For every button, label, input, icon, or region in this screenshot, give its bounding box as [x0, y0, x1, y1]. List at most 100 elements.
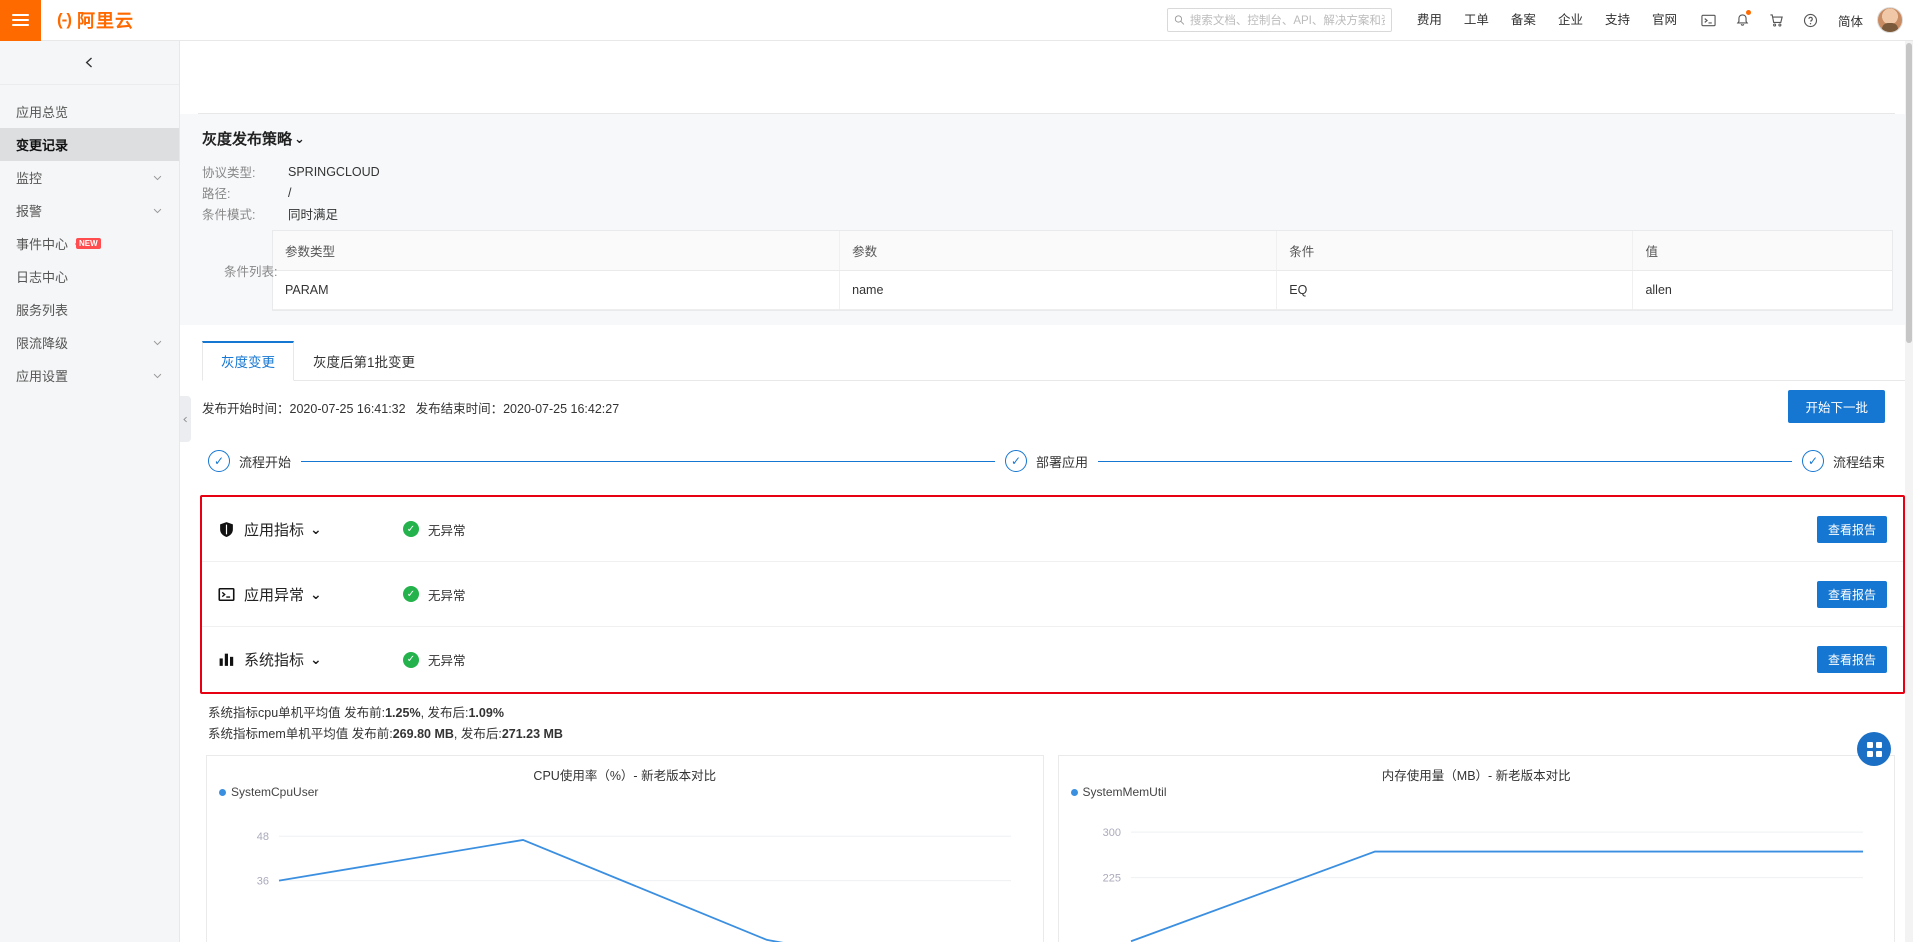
metric-label: 系统指标	[244, 652, 305, 669]
gray-strategy-title-text: 灰度发布策略	[202, 131, 293, 148]
help-icon[interactable]	[1794, 0, 1828, 41]
sidebar-collapse-button[interactable]	[0, 41, 179, 85]
page-root: (-) 阿里云 搜索文档、控制台、API、解决方案和资源 费用 工单 备案 企业…	[0, 0, 1913, 942]
metric-status-app-exceptions: ✓ 无异常	[403, 585, 466, 604]
metric-status-app-metrics: ✓ 无异常	[403, 520, 466, 539]
sidebar-item-event-center[interactable]: 事件中心 NEW	[0, 227, 179, 260]
sidebar-item-monitor[interactable]: 监控	[0, 161, 179, 194]
metric-name-app-metrics[interactable]: 应用指标 ⌄	[218, 519, 398, 540]
cell-param-type: PARAM	[273, 270, 841, 310]
top-menu-item-icp[interactable]: 备案	[1500, 0, 1547, 41]
top-menu-item-support[interactable]: 支持	[1594, 0, 1641, 41]
sidebar-item-label: 服务列表	[16, 303, 69, 318]
sidebar-item-alarm[interactable]: 报警	[0, 194, 179, 227]
step-flow-end: ✓ 流程结束	[1802, 450, 1885, 472]
release-start-value: 2020-07-25 16:41:32	[289, 402, 406, 416]
top-navigation-bar: (-) 阿里云 搜索文档、控制台、API、解决方案和资源 费用 工单 备案 企业…	[0, 0, 1913, 41]
top-menu-item-ticket[interactable]: 工单	[1453, 0, 1500, 41]
bell-icon[interactable]	[1726, 0, 1760, 41]
grid-fab-button[interactable]	[1857, 732, 1891, 766]
column-header-param-type: 参数类型	[273, 231, 841, 271]
legend-label: SystemMemUtil	[1082, 785, 1167, 799]
field-protocol: 协议类型: SPRINGCLOUD	[202, 161, 1913, 182]
sidebar-item-service-list[interactable]: 服务列表	[0, 293, 179, 326]
chevron-left-icon	[85, 57, 92, 68]
hamburger-icon	[12, 11, 29, 29]
panel-collapse-handle[interactable]	[180, 396, 191, 442]
view-report-button-app-metrics[interactable]: 查看报告	[1816, 515, 1887, 543]
top-menu-item-website[interactable]: 官网	[1641, 0, 1688, 41]
system-metric-summary: 系统指标cpu单机平均值 发布前:1.25%, 发布后:1.09% 系统指标me…	[208, 703, 1913, 745]
column-header-condition: 条件	[1276, 231, 1634, 271]
release-start-label: 发布开始时间：	[202, 402, 290, 416]
aliyun-mark-icon: (-)	[57, 10, 72, 29]
sidebar-item-label: 应用设置	[16, 369, 69, 384]
column-header-param: 参数	[839, 231, 1278, 271]
chevron-down-icon	[153, 208, 162, 214]
sidebar: 应用总览 变更记录 监控 报警 事件中心 NEW 日志中心 服务列表 限流降级	[0, 41, 180, 942]
new-badge: NEW	[75, 237, 101, 250]
sidebar-item-label: 限流降级	[16, 336, 69, 351]
svg-text:225: 225	[1102, 873, 1120, 885]
language-switcher[interactable]: 简体	[1828, 11, 1873, 30]
tab-first-batch-after-gray[interactable]: 灰度后第1批变更	[294, 341, 434, 381]
progress-steps: ✓ 流程开始 ✓ 部署应用 ✓ 流程结束	[208, 441, 1885, 481]
menu-toggle-button[interactable]	[0, 0, 41, 41]
chart-card-cpu: CPU使用率（%）- 新老版本对比 SystemCpuUser 36 48	[206, 755, 1044, 942]
gray-release-strategy-section: 灰度发布策略 ⌄ 协议类型: SPRINGCLOUD 路径: / 条件模式: 同…	[180, 114, 1913, 325]
metric-name-app-exceptions[interactable]: 应用异常 ⌄	[218, 584, 398, 605]
chevron-down-icon: ⌄	[310, 585, 322, 602]
chevron-left-icon	[183, 416, 187, 422]
svg-text:36: 36	[257, 876, 269, 888]
step-deploy-app: ✓ 部署应用	[1005, 450, 1088, 472]
sidebar-item-change-records[interactable]: 变更记录	[0, 128, 179, 161]
chevron-down-icon: ⌄	[310, 520, 322, 537]
sidebar-item-overview[interactable]: 应用总览	[0, 95, 179, 128]
chevron-down-icon: ⌄	[294, 130, 305, 146]
metric-status-text: 无异常	[428, 654, 466, 668]
step-connector	[1098, 460, 1792, 462]
release-end-value: 2020-07-25 16:42:27	[503, 402, 620, 416]
chart-card-memory: 内存使用量（MB）- 新老版本对比 SystemMemUtil 225 300	[1057, 755, 1895, 942]
mem-before: 269.80 MB	[392, 727, 454, 741]
sidebar-item-rate-limit[interactable]: 限流降级	[0, 326, 179, 359]
shield-icon	[220, 521, 233, 537]
avatar[interactable]	[1877, 7, 1903, 33]
field-path: 路径: /	[202, 182, 1913, 203]
top-menu-item-fee[interactable]: 费用	[1406, 0, 1453, 41]
gray-strategy-title[interactable]: 灰度发布策略 ⌄	[202, 128, 1913, 149]
system-metric-cpu-line: 系统指标cpu单机平均值 发布前:1.25%, 发布后:1.09%	[208, 703, 1913, 724]
mem-after: 271.23 MB	[501, 727, 563, 741]
chart-legend-memory[interactable]: SystemMemUtil	[1070, 785, 1167, 799]
terminal-icon[interactable]	[1692, 0, 1726, 41]
view-report-button-system-metrics[interactable]: 查看报告	[1816, 646, 1887, 673]
metric-row-system-metrics: 系统指标 ⌄ ✓ 无异常 查看报告	[202, 627, 1903, 692]
start-next-batch-button[interactable]: 开始下一批	[1788, 390, 1885, 423]
cart-icon[interactable]	[1760, 0, 1794, 41]
metric-name-system-metrics[interactable]: 系统指标 ⌄	[218, 649, 398, 670]
check-icon: ✓	[208, 450, 230, 472]
search-input[interactable]: 搜索文档、控制台、API、解决方案和资源	[1190, 12, 1385, 28]
global-search[interactable]: 搜索文档、控制台、API、解决方案和资源	[1166, 8, 1392, 32]
sidebar-item-label: 监控	[16, 171, 43, 186]
sidebar-item-app-settings[interactable]: 应用设置	[0, 359, 179, 392]
view-report-button-app-exceptions[interactable]: 查看报告	[1816, 580, 1887, 608]
svg-text:300: 300	[1102, 827, 1120, 839]
page-scrollbar[interactable]	[1905, 41, 1913, 942]
step-label: 流程开始	[239, 454, 292, 470]
tab-gray-change[interactable]: 灰度变更	[202, 341, 294, 381]
chart-title-cpu: CPU使用率（%）- 新老版本对比	[533, 769, 717, 783]
field-value: SPRINGCLOUD	[288, 164, 380, 179]
cell-param: name	[839, 270, 1278, 310]
chevron-down-icon	[153, 340, 162, 346]
release-end-label: 发布结束时间：	[415, 402, 504, 416]
top-menu-item-enterprise[interactable]: 企业	[1547, 0, 1594, 41]
release-time-row: 发布开始时间：2020-07-25 16:41:32 发布结束时间：2020-07…	[180, 390, 1913, 423]
sidebar-item-log-center[interactable]: 日志中心	[0, 260, 179, 293]
legend-dot-icon	[1070, 788, 1078, 796]
bar-chart-icon	[219, 653, 234, 666]
grid-icon	[1866, 741, 1882, 757]
aliyun-logo[interactable]: (-) 阿里云	[57, 7, 134, 33]
page-scrollbar-thumb[interactable]	[1906, 43, 1912, 343]
chart-legend-cpu[interactable]: SystemCpuUser	[219, 785, 318, 799]
